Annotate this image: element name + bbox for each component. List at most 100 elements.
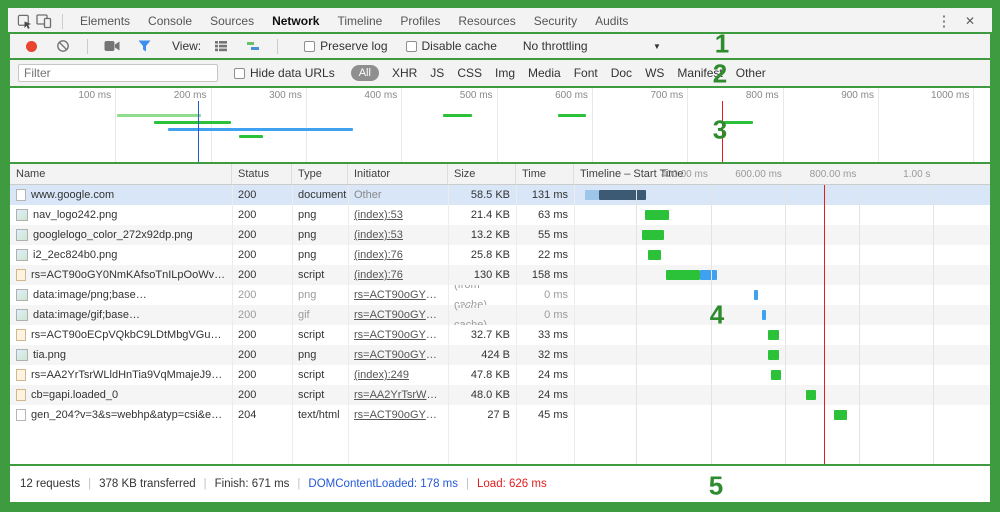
initiator-link[interactable]: rs=ACT90oGY0Nm… bbox=[354, 305, 442, 325]
filter-type-font[interactable]: Font bbox=[574, 66, 598, 80]
request-row[interactable]: rs=ACT90oGY0NmKAfsoTnILpOoWvB…200script(… bbox=[10, 265, 990, 285]
waterfall-bar bbox=[645, 210, 669, 220]
size-cell: (from cache) bbox=[448, 305, 516, 325]
summary-item: Finish: 671 ms bbox=[215, 478, 290, 490]
type-cell: png bbox=[292, 225, 348, 245]
list-view-icon[interactable] bbox=[211, 38, 231, 54]
time-cell: 24 ms bbox=[516, 365, 574, 385]
initiator-link[interactable]: rs=ACT90oGY0Nm… bbox=[354, 345, 442, 365]
inspect-element-icon[interactable] bbox=[14, 12, 34, 30]
initiator-link[interactable]: (index):53 bbox=[354, 225, 403, 245]
filter-type-doc[interactable]: Doc bbox=[611, 66, 632, 80]
filter-type-ws[interactable]: WS bbox=[645, 66, 664, 80]
column-header-size[interactable]: Size bbox=[448, 164, 516, 184]
tab-security[interactable]: Security bbox=[525, 8, 586, 34]
column-header-status[interactable]: Status bbox=[232, 164, 292, 184]
waterfall-cell bbox=[574, 205, 990, 225]
request-row[interactable]: data:image/gif;base…200gifrs=ACT90oGY0Nm… bbox=[10, 305, 990, 325]
column-header-type[interactable]: Type bbox=[292, 164, 348, 184]
request-row[interactable]: tia.png200pngrs=ACT90oGY0Nm…424 B32 ms bbox=[10, 345, 990, 365]
column-header-label: Status bbox=[238, 168, 269, 180]
type-cell: png bbox=[292, 205, 348, 225]
size-cell: 13.2 KB bbox=[448, 225, 516, 245]
throttling-select[interactable]: No throttling ▼ bbox=[523, 39, 661, 53]
initiator-cell: (index):76 bbox=[348, 245, 448, 265]
hide-data-urls-checkbox[interactable]: Hide data URLs bbox=[234, 66, 335, 80]
request-row[interactable]: www.google.com200documentOther58.5 KB131… bbox=[10, 185, 990, 205]
waterfall-bar bbox=[599, 190, 646, 200]
overview-event-line bbox=[722, 101, 723, 162]
overview-ruler-label: 1000 ms bbox=[931, 90, 973, 101]
initiator-link[interactable]: (index):76 bbox=[354, 245, 403, 265]
filter-type-manifest[interactable]: Manifest bbox=[677, 66, 722, 80]
name-cell: rs=ACT90oECpVQkbC9LDtMbgVGuN… bbox=[10, 325, 232, 345]
status-cell: 200 bbox=[232, 365, 292, 385]
filter-type-media[interactable]: Media bbox=[528, 66, 561, 80]
devtools-window: ElementsConsoleSourcesNetworkTimelinePro… bbox=[0, 0, 1000, 512]
timeline-overview[interactable]: 100 ms200 ms300 ms400 ms500 ms600 ms700 … bbox=[8, 86, 992, 164]
initiator-link[interactable]: (index):53 bbox=[354, 205, 403, 225]
waterfall-cell bbox=[574, 285, 990, 305]
initiator-link[interactable]: rs=ACT90oGY0Nm… bbox=[354, 325, 442, 345]
request-row[interactable]: cb=gapi.loaded_0200scriptrs=AA2YrTsrWLld… bbox=[10, 385, 990, 405]
clear-button[interactable] bbox=[53, 38, 73, 54]
screencast-camera-icon[interactable] bbox=[102, 38, 122, 54]
tab-elements[interactable]: Elements bbox=[71, 8, 139, 34]
request-row[interactable]: i2_2ec824b0.png200png(index):7625.8 KB22… bbox=[10, 245, 990, 265]
filter-type-all[interactable]: All bbox=[351, 65, 379, 81]
filter-type-xhr[interactable]: XHR bbox=[392, 66, 417, 80]
request-row[interactable]: rs=ACT90oECpVQkbC9LDtMbgVGuN…200scriptrs… bbox=[10, 325, 990, 345]
request-row[interactable]: nav_logo242.png200png(index):5321.4 KB63… bbox=[10, 205, 990, 225]
filter-type-other[interactable]: Other bbox=[736, 66, 766, 80]
column-header-name[interactable]: Name bbox=[10, 164, 232, 184]
size-cell: 130 KB bbox=[448, 265, 516, 285]
disable-cache-checkbox[interactable]: Disable cache bbox=[406, 39, 497, 53]
tab-resources[interactable]: Resources bbox=[449, 8, 524, 34]
request-row[interactable]: rs=AA2YrTsrWLldHnTia9VqMmajeJ95…200scrip… bbox=[10, 365, 990, 385]
request-row[interactable]: gen_204?v=3&s=webhp&atyp=csi&e…204text/h… bbox=[10, 405, 990, 425]
column-header-time[interactable]: Time bbox=[516, 164, 574, 184]
initiator-link[interactable]: rs=ACT90oGY0Nm… bbox=[354, 405, 442, 425]
overview-toggle-icon[interactable] bbox=[243, 38, 263, 54]
preserve-log-checkbox[interactable]: Preserve log bbox=[304, 39, 387, 53]
tab-audits[interactable]: Audits bbox=[586, 8, 637, 34]
tab-network[interactable]: Network bbox=[263, 8, 328, 34]
request-row[interactable]: googlelogo_color_272x92dp.png200png(inde… bbox=[10, 225, 990, 245]
time-cell: 45 ms bbox=[516, 405, 574, 425]
tab-sources[interactable]: Sources bbox=[201, 8, 263, 34]
filter-icon[interactable] bbox=[134, 38, 154, 54]
overview-ruler-label: 700 ms bbox=[650, 90, 687, 101]
initiator-link[interactable]: (index):249 bbox=[354, 365, 409, 385]
time-cell: 0 ms bbox=[516, 305, 574, 325]
waterfall-cell bbox=[574, 245, 990, 265]
initiator-link[interactable]: rs=AA2YrTsrWLldH… bbox=[354, 385, 442, 405]
request-name: data:image/png;base… bbox=[33, 285, 147, 305]
request-row[interactable]: data:image/png;base…200pngrs=ACT90oGY0Nm… bbox=[10, 285, 990, 305]
initiator-link[interactable]: rs=ACT90oGY0Nm… bbox=[354, 285, 442, 305]
overflow-menu-icon[interactable]: ⋮ bbox=[934, 12, 954, 30]
name-cell: tia.png bbox=[10, 345, 232, 365]
filter-type-css[interactable]: CSS bbox=[457, 66, 482, 80]
network-toolbar: View: Preserve log Disable cache No thro… bbox=[8, 32, 992, 60]
tab-profiles[interactable]: Profiles bbox=[391, 8, 449, 34]
filter-type-js[interactable]: JS bbox=[430, 66, 444, 80]
waterfall-bar bbox=[642, 230, 664, 240]
waterfall-bar bbox=[585, 190, 599, 200]
tab-console[interactable]: Console bbox=[139, 8, 201, 34]
filter-input[interactable] bbox=[18, 64, 218, 82]
close-icon[interactable]: ✕ bbox=[960, 12, 980, 30]
status-cell: 200 bbox=[232, 265, 292, 285]
device-toolbar-icon[interactable] bbox=[34, 12, 54, 30]
column-header-initiator[interactable]: Initiator bbox=[348, 164, 448, 184]
overview-ruler-label: 900 ms bbox=[841, 90, 878, 101]
resource-type-filters: XHR JS CSS Img Media Font Doc WS Manifest Other bbox=[379, 66, 766, 80]
column-header-timeline[interactable]: Timeline – Start Time400.00 ms600.00 ms8… bbox=[574, 164, 990, 184]
type-cell: script bbox=[292, 365, 348, 385]
tab-timeline[interactable]: Timeline bbox=[328, 8, 391, 34]
record-button[interactable] bbox=[26, 41, 37, 52]
filter-type-img[interactable]: Img bbox=[495, 66, 515, 80]
overview-gridline bbox=[306, 88, 307, 162]
size-cell: 424 B bbox=[448, 345, 516, 365]
preserve-log-label: Preserve log bbox=[320, 39, 387, 53]
initiator-link[interactable]: (index):76 bbox=[354, 265, 403, 285]
